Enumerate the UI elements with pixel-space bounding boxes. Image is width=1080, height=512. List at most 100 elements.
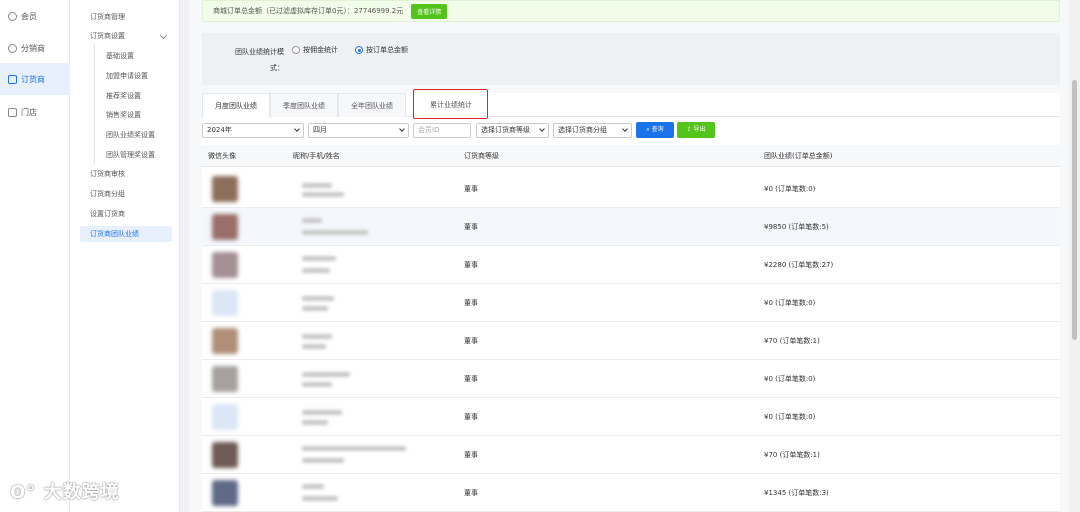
nav-item-label: 订货商 — [21, 74, 45, 84]
level-cell: 董事 — [464, 489, 478, 497]
year-select-value: 2024年 — [207, 126, 232, 134]
blurred-name — [302, 192, 344, 197]
performance-panel: 月度团队业绩 季度团队业绩 全年团队业绩 累计业绩统计 2024年 四月 会员I… — [202, 89, 1060, 512]
tab-quarterly[interactable]: 季度团队业绩 — [270, 93, 338, 117]
blurred-name — [302, 268, 330, 273]
nav2-sub-referral[interactable]: 推荐奖设置 — [94, 88, 172, 104]
blurred-name — [302, 306, 328, 311]
group-select-value: 选择订货商分组 — [558, 126, 607, 134]
year-select[interactable]: 2024年 — [202, 123, 304, 138]
nav2-sub-team-mgmt[interactable]: 团队管理奖设置 — [94, 147, 172, 163]
nav-item-store[interactable]: 门店 — [0, 96, 70, 128]
avatar — [212, 442, 238, 468]
view-details-button[interactable]: 查看详情 — [411, 3, 448, 19]
watermark-icon: ʘ° — [10, 482, 37, 503]
level-cell: 董事 — [464, 185, 478, 193]
nav-item-ordering-dealer[interactable]: 订货商 — [0, 63, 70, 95]
avatar — [212, 404, 238, 430]
nav2-item-label: 订货商设置 — [90, 32, 125, 40]
nav2-item-audit[interactable]: 订货商审核 — [80, 166, 172, 182]
month-select[interactable]: 四月 — [308, 123, 409, 138]
chevron-down-icon — [539, 126, 545, 132]
nav2-sub-basic[interactable]: 基础设置 — [94, 48, 172, 64]
page-scrollbar[interactable] — [1069, 0, 1080, 512]
nav2-item-manage[interactable]: 订货商管理 — [80, 9, 172, 25]
order-total-alert: 商城订单总金额（已过滤虚拟库存订单0元）：27746999.2元 查看详情 — [202, 0, 1060, 22]
table-row: 董事 ¥0 (订单笔数:0) — [202, 398, 1060, 436]
nav2-item-group[interactable]: 订货商分组 — [80, 186, 172, 202]
amount-cell: ¥0 (订单笔数:0) — [764, 185, 816, 193]
table-row: 董事 ¥70 (订单笔数:1) — [202, 436, 1060, 474]
tab-monthly[interactable]: 月度团队业绩 — [202, 93, 270, 118]
blurred-name — [302, 230, 368, 235]
level-cell: 董事 — [464, 413, 478, 421]
alert-text: 商城订单总金额（已过滤虚拟库存订单0元）：27746999.2元 — [213, 7, 404, 15]
nav2-sub-sales[interactable]: 销售奖设置 — [94, 107, 172, 123]
export-button-label: 导出 — [693, 126, 706, 133]
avatar — [212, 290, 238, 316]
level-cell: 董事 — [464, 261, 478, 269]
avatar — [212, 366, 238, 392]
blurred-name — [302, 334, 332, 339]
secondary-sidebar: 订货商管理 订货商设置 基础设置 加盟申请设置 推荐奖设置 销售奖设置 团队业绩… — [70, 0, 180, 512]
chevron-down-icon — [399, 126, 405, 132]
nav-item-member[interactable]: 会员 — [0, 0, 70, 32]
level-cell: 董事 — [464, 451, 478, 459]
watermark-logo: ʘ° 大数跨境 — [10, 478, 120, 504]
tab-yearly[interactable]: 全年团队业绩 — [338, 93, 406, 117]
table-row: 董事 ¥0 (订单笔数:0) — [202, 170, 1060, 208]
radio-checked-icon — [355, 46, 363, 54]
amount-cell: ¥0 (订单笔数:0) — [764, 299, 816, 307]
main-content: 商城订单总金额（已过滤虚拟库存订单0元）：27746999.2元 查看详情 团队… — [189, 0, 1069, 512]
chevron-down-icon — [622, 126, 628, 132]
level-cell: 董事 — [464, 337, 478, 345]
scrollbar-thumb[interactable] — [1072, 80, 1077, 340]
level-cell: 董事 — [464, 375, 478, 383]
amount-cell: ¥70 (订单笔数:1) — [764, 337, 820, 345]
store-icon — [8, 107, 17, 117]
nav2-item-team[interactable]: 订货商团队业绩 — [80, 226, 172, 242]
radio-by-order-total[interactable]: 按订单总金额 — [355, 45, 408, 55]
blurred-name — [302, 218, 322, 223]
level-select[interactable]: 选择订货商等级 — [476, 123, 549, 138]
blurred-name — [302, 410, 342, 415]
nav2-item-set[interactable]: 设置订货商 — [80, 206, 172, 222]
th-amount: 团队业绩(订单总金额) — [764, 152, 833, 160]
blurred-name — [302, 256, 336, 261]
th-name: 昵称/手机/姓名 — [293, 152, 340, 160]
search-button[interactable]: ⌕ 查询 — [636, 122, 674, 138]
level-cell: 董事 — [464, 223, 478, 231]
group-select[interactable]: 选择订货商分组 — [553, 123, 632, 138]
member-id-input[interactable]: 会员ID — [413, 123, 471, 138]
avatar — [212, 214, 238, 240]
export-button[interactable]: ⇪ 导出 — [677, 122, 715, 138]
level-select-value: 选择订货商等级 — [481, 126, 530, 134]
radio-label: 按订单总金额 — [366, 46, 408, 54]
blurred-name — [302, 484, 324, 489]
nav2-sub-join[interactable]: 加盟申请设置 — [94, 68, 172, 84]
amount-cell: ¥70 (订单笔数:1) — [764, 451, 820, 459]
avatar — [212, 328, 238, 354]
nav-item-label: 门店 — [21, 107, 37, 117]
chevron-down-icon — [159, 31, 168, 40]
radio-by-commission[interactable]: 按佣金统计 — [292, 45, 338, 55]
people-icon — [8, 43, 17, 53]
table-row: 董事 ¥70 (订单笔数:1) — [202, 322, 1060, 360]
blurred-name — [302, 296, 334, 301]
nav2-item-settings[interactable]: 订货商设置 — [80, 28, 172, 44]
th-level: 订货商等级 — [464, 152, 499, 160]
blurred-name — [302, 382, 332, 387]
level-cell: 董事 — [464, 299, 478, 307]
table-row: 董事 ¥2280 (订单笔数:27) — [202, 246, 1060, 284]
blurred-name — [302, 458, 344, 463]
stats-mode-label: 团队业绩统计模式： — [235, 48, 284, 72]
blurred-name — [302, 183, 332, 188]
amount-cell: ¥9850 (订单笔数:5) — [764, 223, 829, 231]
stats-mode-box: 团队业绩统计模式： 按佣金统计 按订单总金额 — [202, 33, 1060, 85]
blurred-name — [302, 420, 328, 425]
order-icon — [8, 74, 17, 84]
nav2-sub-team-perf[interactable]: 团队业绩奖设置 — [94, 127, 172, 143]
avatar — [212, 176, 238, 202]
table-header: 微信头像 昵称/手机/姓名 订货商等级 团队业绩(订单总金额) — [202, 145, 1060, 167]
nav-item-distributor[interactable]: 分销商 — [0, 32, 70, 64]
